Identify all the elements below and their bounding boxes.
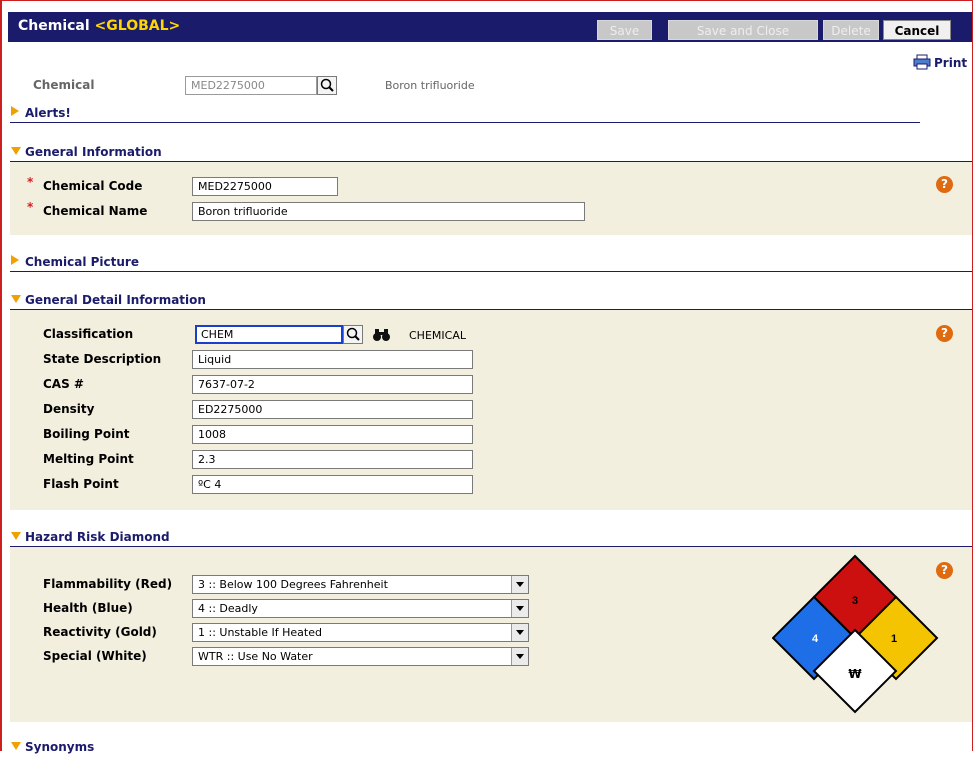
detail-field-input[interactable]: 1008: [192, 425, 473, 444]
title-bar: Chemical <GLOBAL> Save Save and Close De…: [8, 12, 972, 42]
dropdown-arrow-icon[interactable]: [511, 624, 528, 641]
nfpa-hazard-diamond: 3 4 1 ₩: [772, 554, 939, 714]
hazard-select[interactable]: 1 :: Unstable If Heated: [192, 623, 529, 642]
section-title: General Detail Information: [25, 293, 206, 307]
detail-field-label: CAS #: [43, 377, 84, 391]
detail-field-label: Flash Point: [43, 477, 119, 491]
chemical-lookup-label: Chemical: [33, 78, 95, 92]
chemical-lookup-button[interactable]: [317, 76, 337, 95]
print-label: Print: [934, 56, 968, 70]
dropdown-arrow-icon[interactable]: [511, 576, 528, 593]
cancel-button[interactable]: Cancel: [883, 20, 951, 40]
hazard-select[interactable]: 4 :: Deadly: [192, 599, 529, 618]
section-synonyms[interactable]: Synonyms: [10, 737, 972, 757]
collapse-arrow-icon: [11, 295, 21, 303]
chemical-lookup-name: Boron trifluoride: [385, 79, 475, 92]
chemical-code-input[interactable]: MED2275000: [192, 177, 338, 196]
chemical-lookup-input[interactable]: MED2275000: [185, 76, 317, 95]
reactivity-value: 1: [891, 633, 897, 645]
section-chemical-picture[interactable]: Chemical Picture: [10, 252, 972, 272]
hazard-field-label: Health (Blue): [43, 601, 133, 615]
hazard-select-value: 4 :: Deadly: [198, 602, 258, 615]
required-marker: *: [27, 175, 34, 189]
general-information-panel: [10, 162, 972, 235]
hazard-select-value: 3 :: Below 100 Degrees Fahrenheit: [198, 578, 388, 591]
section-title: Chemical Picture: [25, 255, 139, 269]
magnifier-icon: [320, 78, 334, 92]
detail-field-input[interactable]: ED2275000: [192, 400, 473, 419]
magnifier-icon: [346, 327, 360, 341]
section-general-information[interactable]: General Information: [10, 142, 972, 162]
classification-input[interactable]: CHEM: [195, 325, 343, 344]
hazard-select[interactable]: WTR :: Use No Water: [192, 647, 529, 666]
section-title: Hazard Risk Diamond: [25, 530, 170, 544]
special-value: ₩: [848, 667, 862, 681]
hazard-select-value: 1 :: Unstable If Heated: [198, 626, 322, 639]
section-alerts[interactable]: Alerts!: [10, 103, 920, 123]
hazard-field-label: Special (White): [43, 649, 147, 663]
collapse-arrow-icon: [11, 147, 21, 155]
save-and-close-button[interactable]: Save and Close: [668, 20, 818, 40]
detail-field-input[interactable]: 7637-07-2: [192, 375, 473, 394]
detail-field-label: Boiling Point: [43, 427, 130, 441]
dropdown-arrow-icon[interactable]: [511, 600, 528, 617]
dropdown-arrow-icon[interactable]: [511, 648, 528, 665]
detail-field-label: Density: [43, 402, 95, 416]
binoculars-icon[interactable]: [372, 328, 392, 342]
detail-field-label: Melting Point: [43, 452, 134, 466]
required-marker: *: [27, 200, 34, 214]
save-button[interactable]: Save: [597, 20, 652, 40]
section-hazard-risk-diamond[interactable]: Hazard Risk Diamond: [10, 527, 972, 547]
section-title: Alerts!: [25, 106, 71, 120]
detail-field-input[interactable]: 2.3: [192, 450, 473, 469]
classification-description: CHEMICAL: [409, 329, 466, 342]
help-icon[interactable]: ?: [936, 176, 953, 193]
health-value: 4: [812, 633, 819, 645]
section-title: General Information: [25, 145, 162, 159]
expand-arrow-icon: [11, 106, 19, 116]
help-icon[interactable]: ?: [936, 325, 953, 342]
page-title: Chemical <GLOBAL>: [18, 18, 180, 34]
chemical-name-input[interactable]: Boron trifluoride: [192, 202, 585, 221]
title-text: Chemical: [18, 18, 90, 34]
hazard-field-label: Reactivity (Gold): [43, 625, 157, 639]
classification-lookup-button[interactable]: [343, 325, 363, 344]
section-general-detail-information[interactable]: General Detail Information: [10, 290, 972, 310]
expand-arrow-icon: [11, 255, 19, 265]
title-scope: <GLOBAL>: [94, 18, 181, 34]
hazard-select-value: WTR :: Use No Water: [198, 650, 313, 663]
delete-button[interactable]: Delete: [823, 20, 879, 40]
general-detail-panel: [10, 310, 972, 510]
collapse-arrow-icon: [11, 742, 21, 750]
section-divider: [10, 271, 972, 272]
flammability-value: 3: [852, 595, 858, 607]
hazard-select[interactable]: 3 :: Below 100 Degrees Fahrenheit: [192, 575, 529, 594]
section-title: Synonyms: [25, 740, 95, 754]
hazard-field-label: Flammability (Red): [43, 577, 173, 591]
collapse-arrow-icon: [11, 532, 21, 540]
detail-field-input[interactable]: ºC 4: [192, 475, 473, 494]
detail-field-label: State Description: [43, 352, 162, 366]
section-divider: [10, 122, 920, 123]
detail-field-input[interactable]: Liquid: [192, 350, 473, 369]
chemical-name-label: Chemical Name: [43, 204, 148, 218]
classification-label: Classification: [43, 327, 134, 341]
chemical-code-label: Chemical Code: [43, 179, 143, 193]
printer-icon: [913, 54, 931, 70]
